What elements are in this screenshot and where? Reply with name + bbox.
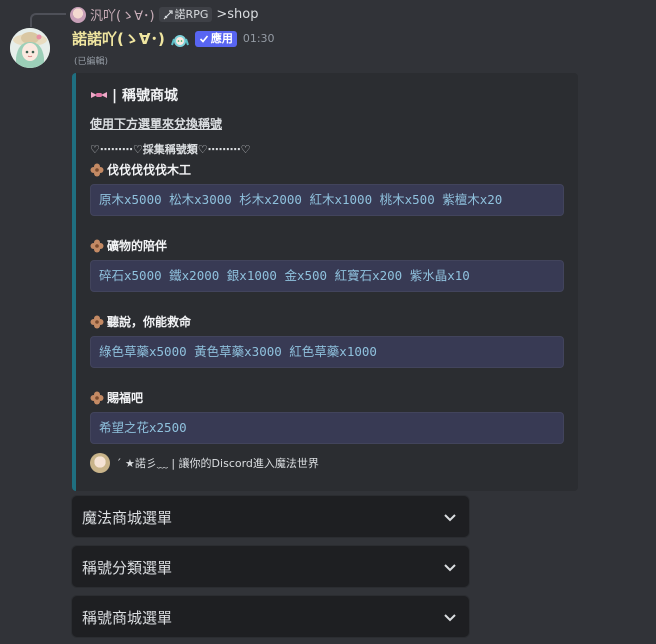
embed-title-text: | 稱號商城 (112, 88, 178, 104)
ribbon-icon (91, 92, 107, 98)
title-shop-select[interactable]: 稱號商城選單 (71, 595, 470, 638)
app-badge[interactable]: 應用 (194, 30, 237, 47)
bot-tag-label: 諾RPG (174, 8, 209, 21)
field-name-text: 礦物的陪伴 (107, 239, 168, 253)
reply-connector (30, 13, 66, 27)
embed-footer: ˊ ★諾彡﹏ | 讓你的Discord進入魔法世界 (90, 453, 319, 473)
chevron-down-icon (444, 514, 456, 522)
field-value-lumber: 原木x5000 松木x3000 杉木x2000 紅木x1000 桃木x500 紫… (90, 184, 564, 216)
field-name-minerals: 礦物的陪伴 (90, 237, 167, 254)
embed-description: 使用下方選單來兌換稱號 (90, 117, 223, 131)
message-timestamp[interactable]: 01:30 (243, 32, 275, 45)
avatar-illustration (10, 28, 50, 68)
field-name-text: 賜福吧 (107, 391, 144, 405)
app-badge-label: 應用 (210, 31, 233, 45)
magic-shop-select[interactable]: 魔法商城選單 (71, 495, 470, 538)
title-category-select[interactable]: 稱號分類選單 (71, 545, 470, 588)
chibi-emoji-icon (170, 34, 189, 47)
sword-icon (163, 9, 173, 19)
flower-icon (90, 315, 104, 328)
flower-icon (90, 239, 104, 252)
embed-title: | 稱號商城 (90, 85, 178, 105)
bot-tag: 諾RPG (158, 7, 213, 22)
chevron-down-icon (444, 564, 456, 572)
field-value-minerals: 碎石x5000 鐵x2000 銀x1000 金x500 紅寶石x200 紫水晶x… (90, 260, 564, 292)
field-value-blessing: 希望之花x2500 (90, 412, 564, 444)
edited-label: (已編輯) (74, 57, 109, 67)
footer-text: ˊ ★諾彡﹏ | 讓你的Discord進入魔法世界 (116, 457, 319, 470)
field-value-herbs: 綠色草藥x5000 黃色草藥x3000 紅色草藥x1000 (90, 336, 564, 368)
category-divider: ♡⋯⋯⋯♡採集稱號類♡⋯⋯⋯♡ (90, 143, 251, 156)
field-name-lumber: 伐伐伐伐伐木工 (90, 161, 191, 178)
chevron-down-icon (444, 614, 456, 622)
author-avatar[interactable] (10, 28, 50, 68)
author-name[interactable]: 諾諾吖(ゝ∀･) (72, 28, 165, 49)
message-header: 諾諾吖(ゝ∀･) 應用 01:30 (72, 28, 275, 49)
select-placeholder: 稱號分類選單 (82, 559, 173, 577)
reply-author[interactable]: 汎吖(ゝ∀･) (90, 5, 155, 24)
field-name-text: 聽說，你能救命 (107, 315, 192, 329)
field-name-text: 伐伐伐伐伐木工 (107, 163, 192, 177)
shop-embed: | 稱號商城 使用下方選單來兌換稱號 ♡⋯⋯⋯♡採集稱號類♡⋯⋯⋯♡ 伐伐伐伐伐… (72, 73, 578, 491)
field-name-herbs: 聽說，你能救命 (90, 313, 191, 330)
reply-preview[interactable]: 汎吖(ゝ∀･) 諾RPG >shop (70, 5, 258, 24)
field-name-blessing: 賜福吧 (90, 389, 143, 406)
footer-avatar (90, 453, 110, 473)
reply-command[interactable]: >shop (216, 7, 258, 22)
checkmark-icon (199, 34, 208, 43)
flower-icon (90, 391, 104, 404)
flower-icon (90, 163, 104, 176)
select-placeholder: 魔法商城選單 (82, 509, 173, 527)
select-placeholder: 稱號商城選單 (82, 609, 173, 627)
reply-avatar[interactable] (70, 6, 86, 23)
